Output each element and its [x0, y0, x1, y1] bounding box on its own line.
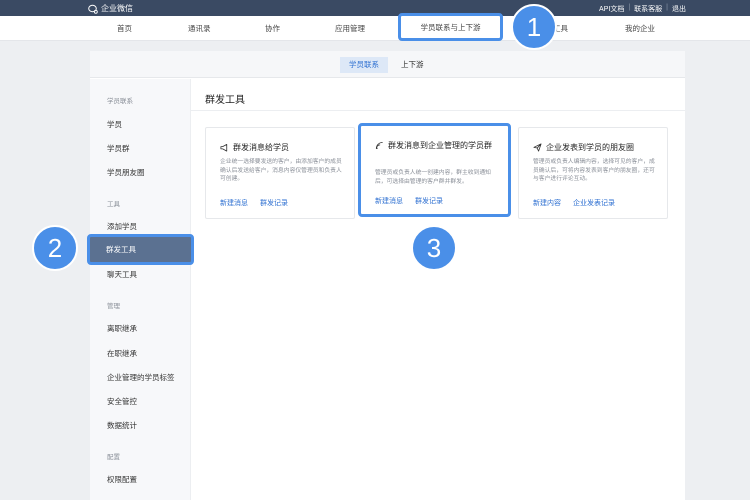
paper-plane-icon	[533, 143, 542, 152]
sidebar-item-customers[interactable]: 学员	[107, 119, 122, 130]
sidebar-item-onjob-transfer[interactable]: 在职继承	[107, 348, 137, 359]
sidebar-item-customer-groups[interactable]: 学员群	[107, 143, 130, 154]
top-links: API文档 | 联系客服 | 退出	[599, 4, 686, 14]
sidebar-item-mass-messaging[interactable]: 群发工具	[87, 234, 194, 265]
sidebar-item-security[interactable]: 安全管控	[107, 396, 137, 407]
sidebar-item-statistics[interactable]: 数据统计	[107, 420, 137, 431]
page-title: 群发工具	[205, 95, 245, 106]
nav-collaboration[interactable]: 协作	[265, 23, 280, 34]
brand[interactable]: 企业微信	[88, 3, 133, 14]
top-bar: 企业微信 API文档 | 联系客服 | 退出	[0, 0, 750, 16]
sidebar-group-title: 管理	[107, 303, 120, 310]
sidebar-item-add-customer[interactable]: 添加学员	[107, 221, 137, 232]
nav-app-management[interactable]: 应用管理	[335, 23, 365, 34]
sidebar-item-label: 群发工具	[106, 245, 136, 254]
divider: |	[628, 4, 631, 11]
step-badge-1: 1	[511, 4, 557, 50]
nav-contacts[interactable]: 通讯录	[188, 23, 211, 34]
sidebar: 学员联系 学员 学员群 学员朋友圈 工具 添加学员 聊天工具 管理 离职继承 在…	[90, 79, 191, 500]
logout-link[interactable]: 退出	[672, 4, 686, 14]
brand-name: 企业微信	[101, 4, 133, 13]
new-message-link[interactable]: 新建消息	[375, 196, 403, 206]
nav-customer-contact[interactable]: 学员联系与上下游	[398, 13, 503, 41]
megaphone-icon	[220, 143, 228, 152]
card-title: 群发消息到企业管理的学员群	[388, 141, 492, 150]
step-badge-3: 3	[411, 225, 457, 271]
post-history-link[interactable]: 企业发表记录	[573, 198, 615, 208]
card-description: 管理员或负责人统一创建内容，群主收到通知后，可选择由管理的客户群并群发。	[375, 170, 491, 185]
step-badge-2: 2	[32, 225, 78, 271]
sidebar-item-customer-tags[interactable]: 企业管理的学员标签	[107, 372, 175, 383]
card-title: 群发消息给学员	[233, 143, 289, 152]
sidebar-group-title: 工具	[107, 201, 120, 208]
card-description: 管理员或负责人编辑内容，选择可见的客户，成员确认后，可将内容发表到客户的朋友圈，…	[533, 159, 655, 182]
card-mass-message-groups: 群发消息到企业管理的学员群 管理员或负责人统一创建内容，群主收到通知后，可选择由…	[358, 123, 511, 217]
sidebar-group-title: 配置	[107, 454, 120, 461]
sidebar-item-resigned-transfer[interactable]: 离职继承	[107, 323, 137, 334]
card-description: 企业统一选择要发送的客户，由添加客户的成员确认后发送给客户，消息内容仅管理员和负…	[220, 159, 342, 182]
api-docs-link[interactable]: API文档	[599, 4, 624, 14]
content-area: 学员联系 上下游 学员联系 学员 学员群 学员朋友圈 工具 添加学员 聊天工具 …	[90, 51, 685, 500]
sidebar-item-moments[interactable]: 学员朋友圈	[107, 167, 145, 178]
card-mass-message-customers: 群发消息给学员 企业统一选择要发送的客户，由添加客户的成员确认后发送给客户，消息…	[205, 127, 355, 219]
nav-customer-contact-label: 学员联系与上下游	[420, 22, 481, 32]
divider	[191, 110, 685, 111]
sidebar-item-permissions[interactable]: 权限配置	[107, 474, 137, 485]
tab-upstream-downstream[interactable]: 上下游	[392, 57, 433, 73]
send-history-link[interactable]: 群发记录	[415, 196, 443, 206]
card-title: 企业发表到学员的朋友圈	[546, 143, 634, 152]
sidebar-item-chat-tools[interactable]: 聊天工具	[107, 269, 137, 280]
new-message-link[interactable]: 新建消息	[220, 198, 248, 208]
sidebar-group-title: 学员联系	[107, 98, 133, 105]
sub-tabs: 学员联系 上下游	[90, 51, 685, 78]
nav-home[interactable]: 首页	[117, 23, 132, 34]
broadcast-icon	[375, 141, 383, 150]
new-content-link[interactable]: 新建内容	[533, 198, 561, 208]
tab-customer-contact[interactable]: 学员联系	[340, 57, 388, 73]
send-history-link[interactable]: 群发记录	[260, 198, 288, 208]
card-post-moments: 企业发表到学员的朋友圈 管理员或负责人编辑内容，选择可见的客户，成员确认后，可将…	[518, 127, 668, 219]
divider: |	[666, 4, 668, 11]
contact-support-link[interactable]: 联系客服	[634, 4, 662, 14]
main-nav: 首页 通讯录 协作 应用管理 工具 我的企业	[0, 16, 750, 41]
wecom-logo-icon	[88, 4, 98, 14]
nav-my-enterprise[interactable]: 我的企业	[625, 23, 655, 34]
